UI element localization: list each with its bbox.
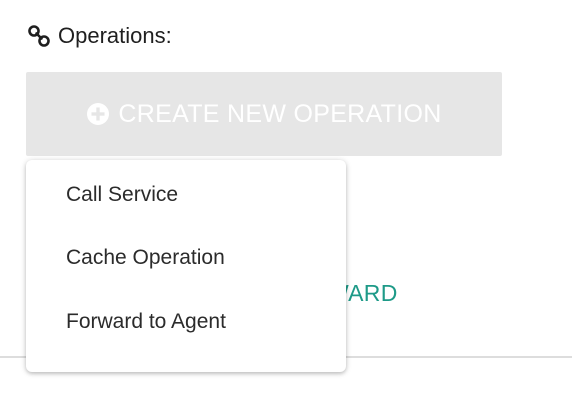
operations-title: Operations: (58, 23, 172, 48)
create-new-operation-button[interactable]: CREATE NEW OPERATION (26, 72, 502, 156)
operations-header: Operations: (26, 22, 172, 50)
dropdown-item-cache-operation[interactable]: Cache Operation (26, 226, 346, 290)
operation-type-dropdown: Call Service Cache Operation Forward to … (26, 160, 346, 372)
link-icon (26, 23, 52, 49)
dropdown-item-forward-to-agent[interactable]: Forward to Agent (26, 290, 346, 354)
plus-circle-icon (86, 102, 110, 126)
page: Operations: CREATE NEW OPERATION WARD Ca… (0, 0, 572, 406)
dropdown-item-call-service[interactable]: Call Service (26, 164, 346, 226)
create-new-operation-label: CREATE NEW OPERATION (118, 99, 442, 128)
